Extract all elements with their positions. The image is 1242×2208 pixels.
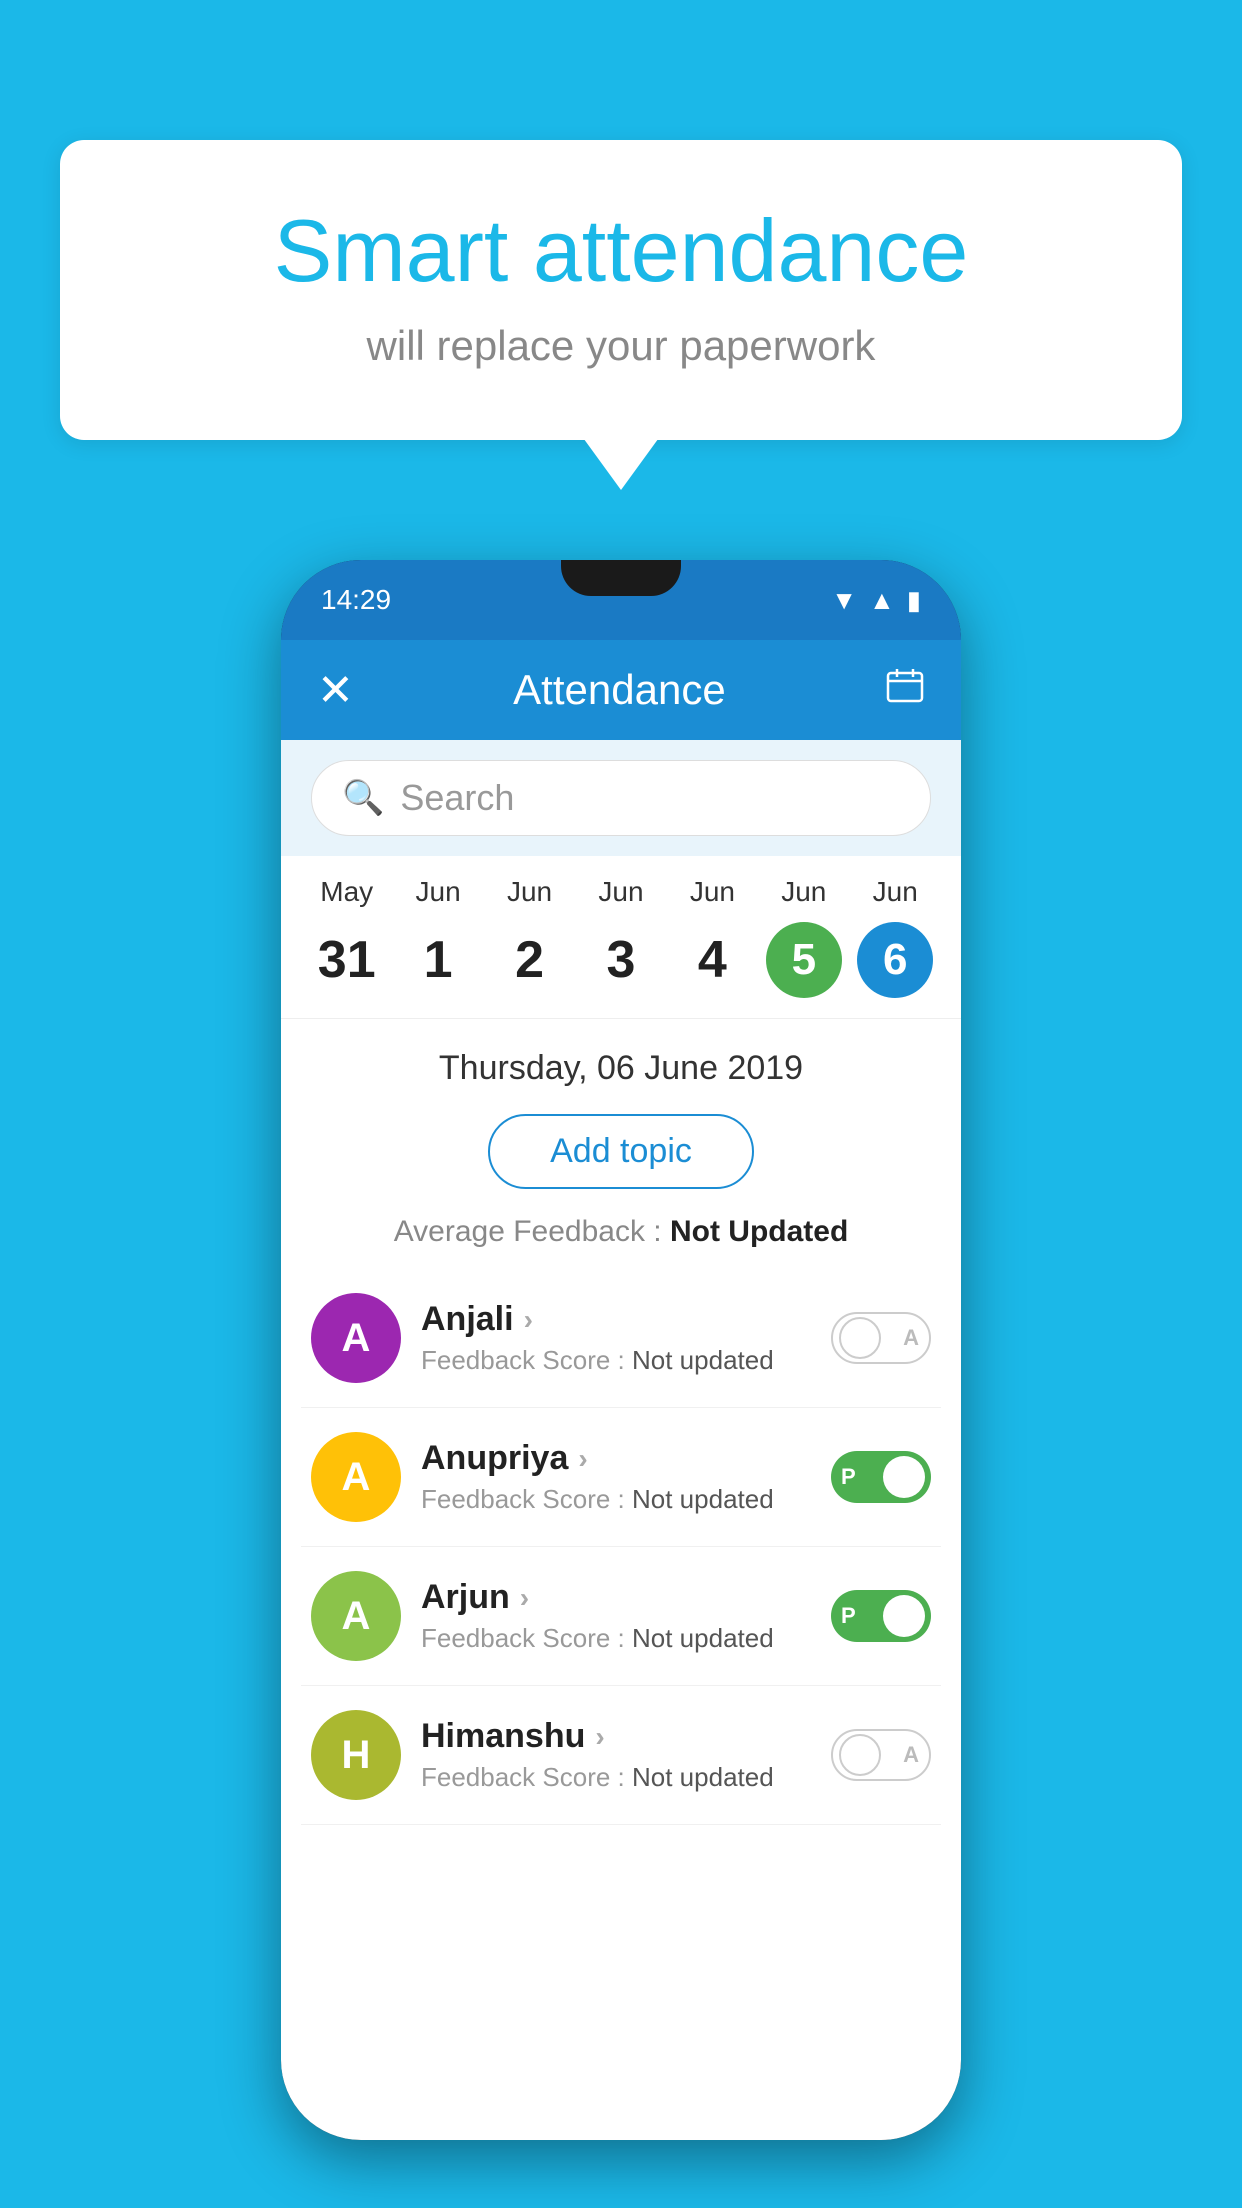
speech-bubble: Smart attendance will replace your paper…: [60, 140, 1182, 440]
cal-month: Jun: [598, 876, 643, 908]
toggle-label: A: [903, 1325, 919, 1351]
cal-date: 6: [857, 922, 933, 998]
student-avatar: A: [311, 1293, 401, 1383]
chevron-icon: ›: [595, 1721, 604, 1753]
signal-icon: ▲: [869, 585, 895, 616]
cal-month: May: [320, 876, 373, 908]
student-name: Himanshu ›: [421, 1717, 811, 1756]
toggle-off[interactable]: A: [831, 1729, 931, 1781]
phone-notch: [561, 560, 681, 596]
calendar-day[interactable]: Jun 5: [766, 876, 842, 998]
calendar-day[interactable]: Jun 6: [857, 876, 933, 998]
cal-month: Jun: [781, 876, 826, 908]
student-info: Himanshu › Feedback Score : Not updated: [421, 1717, 811, 1793]
cal-month: Jun: [873, 876, 918, 908]
student-feedback: Feedback Score : Not updated: [421, 1345, 811, 1376]
toggle-off[interactable]: A: [831, 1312, 931, 1364]
student-list: A Anjali › Feedback Score : Not updated A …: [281, 1269, 961, 1825]
search-bar[interactable]: 🔍 Search: [311, 760, 931, 836]
add-topic-button[interactable]: Add topic: [488, 1114, 754, 1189]
student-name: Arjun ›: [421, 1578, 811, 1617]
toggle-label: P: [841, 1464, 856, 1490]
student-info: Anupriya › Feedback Score : Not updated: [421, 1439, 811, 1515]
calendar-day[interactable]: Jun 4: [674, 876, 750, 998]
calendar-day[interactable]: Jun 3: [583, 876, 659, 998]
search-bar-container: 🔍 Search: [281, 740, 961, 856]
toggle-knob: [839, 1317, 881, 1359]
attendance-toggle[interactable]: A: [831, 1729, 931, 1781]
close-button[interactable]: ✕: [317, 665, 354, 716]
cal-date: 2: [492, 922, 568, 998]
cal-month: Jun: [416, 876, 461, 908]
status-bar: 14:29 ▼ ▲ ▮: [281, 560, 961, 640]
toggle-knob: [839, 1734, 881, 1776]
student-item[interactable]: A Anjali › Feedback Score : Not updated A: [301, 1269, 941, 1408]
student-feedback: Feedback Score : Not updated: [421, 1762, 811, 1793]
student-feedback: Feedback Score : Not updated: [421, 1484, 811, 1515]
speech-bubble-container: Smart attendance will replace your paper…: [60, 140, 1182, 440]
app-title: Attendance: [513, 666, 726, 714]
student-item[interactable]: AAnupriya ›Feedback Score : Not updated …: [301, 1408, 941, 1547]
attendance-toggle[interactable]: P: [831, 1451, 931, 1503]
search-icon: 🔍: [342, 778, 384, 818]
app-header: ✕ Attendance: [281, 640, 961, 740]
attendance-toggle[interactable]: P: [831, 1590, 931, 1642]
search-placeholder: Search: [400, 777, 514, 819]
student-avatar: A: [311, 1432, 401, 1522]
toggle-knob: [883, 1456, 925, 1498]
student-name: Anupriya ›: [421, 1439, 811, 1478]
student-avatar: H: [311, 1710, 401, 1800]
calendar-icon[interactable]: [885, 665, 925, 715]
toggle-label: P: [841, 1603, 856, 1629]
calendar-day[interactable]: May 31: [309, 876, 385, 998]
student-info: Anjali › Feedback Score : Not updated: [421, 1300, 811, 1376]
calendar-day[interactable]: Jun 1: [400, 876, 476, 998]
phone-frame: 14:29 ▼ ▲ ▮ ✕ Attendance 🔍 Search: [281, 560, 961, 2140]
toggle-label: A: [903, 1742, 919, 1768]
status-icons: ▼ ▲ ▮: [831, 585, 921, 616]
phone-screen: 🔍 Search May 31 Jun 1 Jun 2 Jun 3 Jun 4 Jun 5 Jun 6 T…: [281, 740, 961, 2140]
cal-date: 1: [400, 922, 476, 998]
selected-date: Thursday, 06 June 2019: [281, 1019, 961, 1098]
student-avatar: A: [311, 1571, 401, 1661]
avg-feedback-label: Average Feedback :: [394, 1215, 670, 1248]
cal-month: Jun: [690, 876, 735, 908]
cal-date: 5: [766, 922, 842, 998]
chevron-icon: ›: [524, 1304, 533, 1336]
status-time: 14:29: [321, 584, 391, 616]
average-feedback: Average Feedback : Not Updated: [281, 1205, 961, 1269]
battery-icon: ▮: [907, 585, 921, 616]
toggle-knob: [883, 1595, 925, 1637]
student-info: Arjun › Feedback Score : Not updated: [421, 1578, 811, 1654]
toggle-on[interactable]: P: [831, 1590, 931, 1642]
cal-date: 4: [674, 922, 750, 998]
bubble-subtitle: will replace your paperwork: [140, 322, 1102, 370]
toggle-on[interactable]: P: [831, 1451, 931, 1503]
cal-date: 31: [309, 922, 385, 998]
calendar-day[interactable]: Jun 2: [492, 876, 568, 998]
attendance-toggle[interactable]: A: [831, 1312, 931, 1364]
student-item[interactable]: HHimanshu ›Feedback Score : Not updated …: [301, 1686, 941, 1825]
chevron-icon: ›: [520, 1582, 529, 1614]
bubble-title: Smart attendance: [140, 200, 1102, 302]
cal-date: 3: [583, 922, 659, 998]
student-name: Anjali ›: [421, 1300, 811, 1339]
chevron-icon: ›: [578, 1443, 587, 1475]
calendar-strip: May 31 Jun 1 Jun 2 Jun 3 Jun 4 Jun 5 Jun 6: [281, 856, 961, 1019]
student-feedback: Feedback Score : Not updated: [421, 1623, 811, 1654]
wifi-icon: ▼: [831, 585, 857, 616]
avg-feedback-value: Not Updated: [670, 1215, 848, 1248]
student-item[interactable]: A Arjun › Feedback Score : Not updated P: [301, 1547, 941, 1686]
cal-month: Jun: [507, 876, 552, 908]
